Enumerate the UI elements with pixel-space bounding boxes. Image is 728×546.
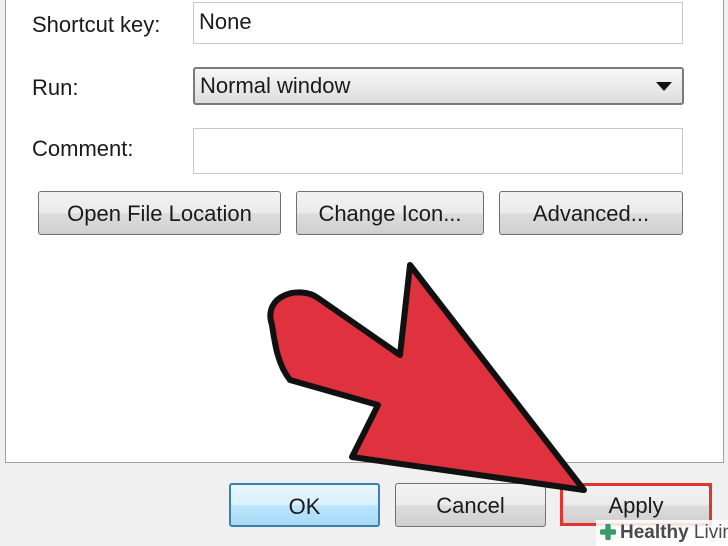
watermark-text-bold: Healthy xyxy=(620,522,689,543)
healthy-living-watermark: Healthy Living xyxy=(596,520,728,546)
watermark-text-regular: Living xyxy=(693,522,728,543)
leaf-cross-icon xyxy=(599,523,617,541)
pointer-arrow-annotation xyxy=(267,262,587,493)
